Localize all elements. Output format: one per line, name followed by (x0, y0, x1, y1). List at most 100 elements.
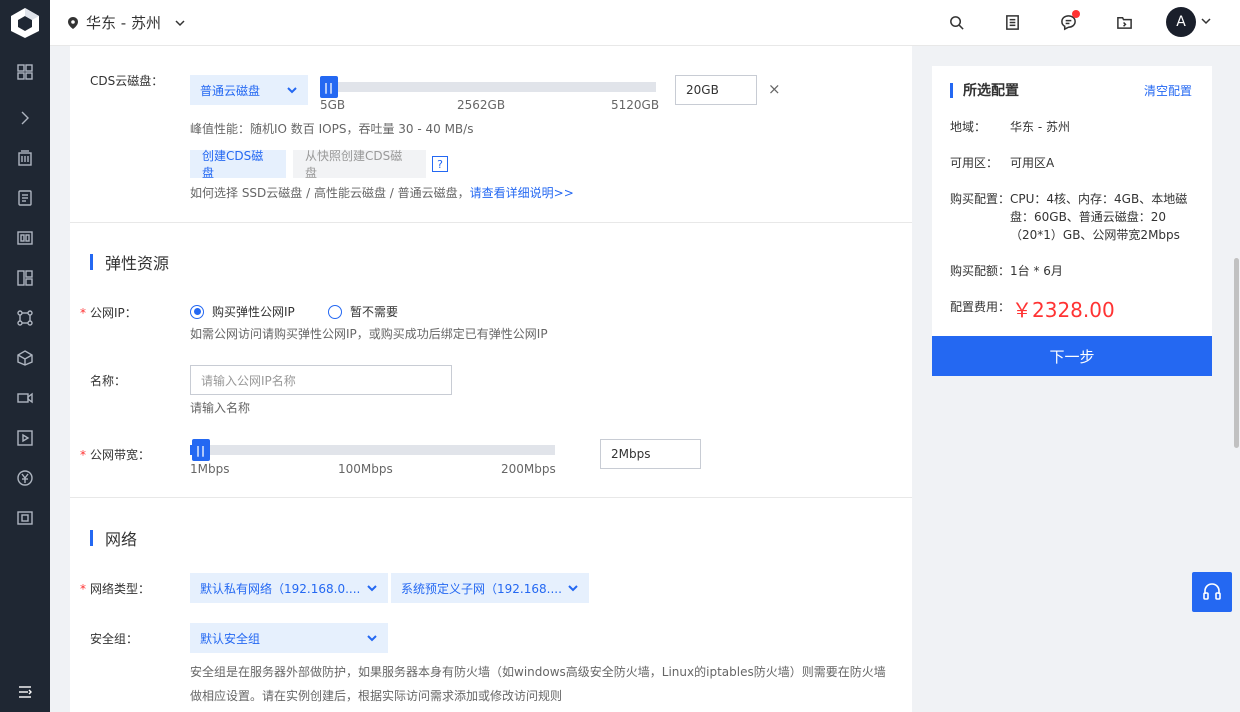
radio-circle-unchecked (328, 304, 342, 319)
bw-tick: 200Mbps (501, 462, 556, 476)
title-accent-bar (90, 254, 93, 270)
elastic-section-title: 弹性资源 (90, 250, 169, 274)
perf-hint: 峰值性能：随机IO 数百 IOPS，吞吐量 30 - 40 MB/s (190, 122, 474, 136)
eip-name-input[interactable]: 请输入公网IP名称 (190, 365, 452, 395)
disk-type-select[interactable]: 普通云磁盘 (190, 75, 308, 105)
left-sidebar (0, 0, 50, 712)
sum-region-key: 地域： (950, 120, 987, 134)
building-icon[interactable] (15, 148, 35, 168)
network-title-text: 网络 (105, 530, 138, 549)
network-section-title: 网络 (90, 526, 137, 550)
layout-icon[interactable] (15, 268, 35, 288)
chevron-down-icon[interactable] (1200, 15, 1212, 27)
slider-tick: 5120GB (611, 98, 660, 112)
chevron-down-icon (568, 585, 578, 592)
order-list-icon[interactable] (1002, 12, 1022, 32)
chevron-down-icon (367, 635, 377, 642)
bandwidth-input[interactable]: 2Mbps (600, 439, 701, 469)
sg-hint-line2: 做相应设置。请在实例创建后，根据实际访问需求添加或修改访问规则 (190, 689, 563, 703)
logo-icon[interactable] (0, 0, 50, 46)
radio-buy-label: 购买弹性公网IP (212, 305, 295, 319)
notification-dot (1072, 10, 1080, 18)
document-icon[interactable] (15, 188, 35, 208)
create-cds-button[interactable]: 创建CDS磁盘 (190, 149, 286, 180)
avatar[interactable]: A (1166, 7, 1196, 37)
summary-panel: 所选配置 清空配置 地域： 华东 - 苏州 可用区： 可用区A 购买配置： CP… (932, 66, 1212, 336)
monitor-icon[interactable] (15, 508, 35, 528)
title-accent-bar (90, 530, 93, 546)
sum-fee-key: 配置费用： (950, 300, 1011, 314)
bandwidth-slider[interactable]: || (190, 439, 555, 461)
bandwidth-label-text: 公网带宽： (90, 448, 151, 462)
public-ip-label-text: 公网IP： (90, 306, 137, 320)
expand-chevron-icon[interactable] (15, 108, 35, 128)
dashboard-icon[interactable] (15, 62, 35, 82)
config-form: CDS云磁盘： 普通云磁盘 || 5GB 2562GB 5120GB 20GB … (70, 46, 912, 712)
slider-tick: 2562GB (457, 98, 506, 112)
slider-handle[interactable]: || (320, 76, 338, 98)
name-label: 名称： (90, 374, 127, 388)
help-icon[interactable]: ? (432, 156, 448, 172)
elastic-title-text: 弹性资源 (105, 254, 170, 273)
headset-support-icon[interactable] (1192, 572, 1232, 612)
network-node-icon[interactable] (15, 308, 35, 328)
detail-link[interactable]: 请查看详细说明>> (470, 186, 574, 200)
sum-region-val: 华东 - 苏州 (1010, 120, 1070, 134)
yuan-currency-icon[interactable] (15, 468, 35, 488)
radio-none-label: 暂不需要 (350, 305, 399, 319)
vpc-select[interactable]: 默认私有网络（192.168.0.... (190, 573, 388, 603)
chevron-down-icon (367, 585, 377, 592)
radio-buy-eip[interactable]: 购买弹性公网IP (190, 303, 295, 320)
bw-tick: 1Mbps (190, 462, 230, 476)
chevron-down-icon (287, 87, 297, 94)
snapshot-create-button[interactable]: 从快照创建CDS磁盘 (293, 149, 426, 180)
section-divider (70, 497, 912, 498)
choose-hint-text: 如何选择 SSD云磁盘 / 高性能云磁盘 / 普通云磁盘， (190, 186, 470, 200)
file-transfer-icon[interactable] (1114, 12, 1134, 32)
chevron-down-icon (175, 19, 185, 26)
sum-zone-val: 可用区A (1010, 156, 1055, 170)
location-pin-icon (68, 16, 78, 29)
cds-label: CDS云磁盘： (90, 74, 164, 88)
message-icon[interactable] (1058, 10, 1080, 32)
radio-no-eip[interactable]: 暂不需要 (328, 303, 398, 320)
region-label: 华东 - 苏州 (86, 14, 161, 32)
play-icon[interactable] (15, 428, 35, 448)
vpc-value: 默认私有网络（192.168.0.... (200, 581, 361, 596)
clear-config-link[interactable]: 清空配置 (1144, 82, 1192, 99)
security-group-label: 安全组： (90, 632, 139, 646)
summary-title-text: 所选配置 (963, 83, 1019, 99)
disk-size-input[interactable]: 20GB (675, 75, 757, 105)
search-icon[interactable] (946, 12, 966, 32)
title-accent-bar (950, 82, 953, 98)
slider-handle[interactable]: || (192, 439, 210, 461)
section-divider (70, 222, 912, 223)
page-scrollbar[interactable] (1234, 258, 1239, 448)
public-ip-label: * 公网IP： (80, 306, 137, 320)
remove-disk-icon[interactable]: × (768, 80, 781, 98)
cube-icon[interactable] (15, 348, 35, 368)
sg-hint-line1: 安全组是在服务器外部做防护，如果服务器本身有防火墙（如windows高级安全防火… (190, 665, 886, 679)
region-selector[interactable]: 华东 - 苏州 (66, 12, 187, 33)
sum-zone-key: 可用区： (950, 156, 999, 170)
sum-amount-val: 1台 * 6月 (1010, 264, 1063, 278)
sum-amount-key: 购买配额： (950, 264, 1011, 278)
sum-config-val: CPU：4核、内存：4GB、本地磁盘：60GB、普通云磁盘：20（20*1）GB… (1010, 192, 1188, 242)
radio-circle-checked (190, 304, 204, 319)
subnet-select[interactable]: 系统预定义子网（192.168.... (391, 573, 589, 603)
disk-size-slider[interactable]: || (320, 76, 656, 98)
security-group-select[interactable]: 默认安全组 (190, 623, 388, 653)
bandwidth-label: * 公网带宽： (80, 448, 151, 462)
sg-value: 默认安全组 (200, 631, 261, 646)
bw-tick: 100Mbps (338, 462, 393, 476)
book-icon[interactable] (15, 228, 35, 248)
next-step-button[interactable]: 下一步 (932, 336, 1212, 376)
name-hint: 请输入名称 (190, 401, 251, 415)
eip-hint: 如需公网访问请购买弹性公网IP，或购买成功后绑定已有弹性公网IP (190, 327, 548, 341)
menu-list-icon[interactable] (15, 682, 35, 702)
summary-title: 所选配置 (950, 80, 1019, 100)
video-camera-icon[interactable] (15, 388, 35, 408)
disk-type-value: 普通云磁盘 (200, 83, 261, 98)
slider-tick: 5GB (320, 98, 346, 112)
network-type-label-text: 网络类型： (90, 582, 151, 596)
